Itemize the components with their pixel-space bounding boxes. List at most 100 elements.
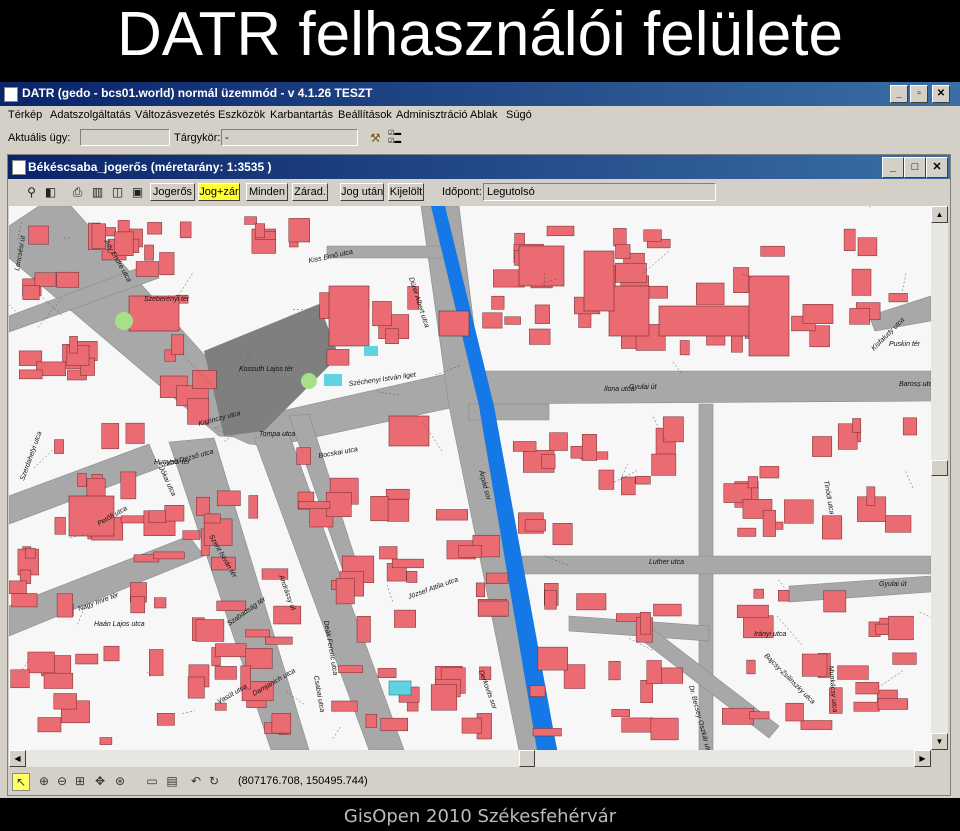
map-maximize-icon[interactable]: □ [904, 157, 926, 178]
park-area [301, 373, 317, 389]
zoom-out-icon[interactable]: ⊖ [54, 773, 70, 789]
building [125, 422, 145, 444]
camera-icon[interactable]: ▣ [130, 185, 145, 199]
refresh-icon[interactable]: ↻ [206, 773, 222, 789]
building [581, 434, 597, 461]
building [541, 454, 556, 469]
building [529, 328, 551, 345]
menu-ablak[interactable]: Ablak [470, 109, 498, 121]
building [482, 312, 503, 329]
zoom-extent-icon[interactable]: ⊞ [72, 773, 88, 789]
menu-beallitasok[interactable]: Beállítások [338, 109, 392, 121]
building [853, 701, 880, 712]
export-icon[interactable]: ▥ [90, 185, 105, 199]
photo-icon[interactable]: ◫ [110, 185, 125, 199]
menu-karbantartas[interactable]: Karbantartás [270, 109, 333, 121]
jog-zar-button[interactable]: Jog+zár [198, 183, 240, 201]
close-icon[interactable]: ✕ [932, 85, 950, 103]
building [296, 447, 311, 465]
building [611, 709, 630, 717]
building [477, 600, 509, 617]
menu-terkep[interactable]: Térkép [8, 109, 42, 121]
building [265, 636, 293, 645]
scroll-left-icon[interactable]: ◀ [9, 750, 26, 767]
scroll-down-icon[interactable]: ▼ [931, 733, 948, 750]
vertical-scrollbar[interactable]: ▲ ▼ [931, 206, 948, 750]
building [53, 693, 77, 710]
building [430, 684, 458, 711]
building [385, 488, 410, 500]
building [182, 530, 201, 540]
horizontal-scroll-thumb[interactable] [519, 750, 535, 767]
building [778, 590, 790, 602]
info-icon[interactable]: ▤ [164, 773, 180, 789]
building [103, 645, 120, 662]
current-case-field[interactable] [80, 129, 170, 146]
measure-icon[interactable]: ▭ [144, 773, 160, 789]
checklist-icon[interactable]: ☑▬ ☑▬ [388, 130, 408, 146]
building [647, 285, 668, 299]
menu-bar: Térkép Adatszolgáltatás Változásvezetés … [0, 106, 960, 126]
pan-icon[interactable]: ✥ [92, 773, 108, 789]
restore-icon[interactable]: ▫ [910, 85, 928, 103]
menu-valtozasvezetes[interactable]: Változásvezetés [135, 109, 215, 121]
map-svg: Szeberényi térKossuth Lajos térKiss Ernő… [9, 206, 931, 750]
building [56, 271, 80, 288]
vertical-scroll-thumb[interactable] [931, 460, 948, 476]
pointer-icon[interactable]: ↖ [12, 773, 30, 791]
scroll-up-icon[interactable]: ▲ [931, 206, 948, 223]
map-close-icon[interactable]: ✕ [926, 157, 948, 178]
map-canvas[interactable]: Szeberényi tér Kossuth Lajos tér Kiss Ernő… [9, 206, 931, 750]
jog-utan-button[interactable]: Jog után [340, 183, 384, 201]
building [248, 495, 259, 519]
menu-adminisztracio[interactable]: Adminisztráció [396, 109, 468, 121]
slide-footer: GisOpen 2010 Székesfehérvár [343, 806, 617, 827]
building [552, 523, 573, 546]
building [37, 717, 62, 733]
print-icon[interactable]: ⎙ [70, 185, 85, 199]
building [380, 717, 408, 732]
building [216, 600, 247, 611]
menu-adatszolgaltatas[interactable]: Adatszolgáltatás [50, 109, 131, 121]
building [722, 707, 755, 725]
minden-button[interactable]: Minden [246, 183, 288, 201]
map-window-title: Békéscsaba_jogerős (méretarány: 1:3535 ) [28, 160, 272, 174]
building [852, 418, 862, 433]
menu-eszkozok[interactable]: Eszközök [218, 109, 265, 121]
building [377, 668, 397, 678]
undo-icon[interactable]: ↶ [188, 773, 204, 789]
map-minimize-icon[interactable]: _ [882, 157, 904, 178]
building [662, 416, 684, 443]
building [759, 466, 780, 479]
menu-sugo[interactable]: Súgó [506, 109, 532, 121]
horizontal-scrollbar[interactable]: ◀ ▶ [9, 750, 931, 767]
layers-icon[interactable]: ◧ [43, 185, 58, 199]
building [153, 551, 185, 560]
kijelolt-button[interactable]: Kijelölt [388, 183, 424, 201]
building [546, 225, 575, 237]
building [214, 666, 237, 680]
building [192, 370, 217, 389]
street-label: Irányi utca [754, 631, 786, 638]
globe-icon[interactable]: ⊛ [112, 773, 128, 789]
zoom-search-icon[interactable]: ⚲ [24, 185, 39, 199]
subject-field[interactable]: - [221, 129, 358, 146]
minimize-icon[interactable]: _ [890, 85, 908, 103]
building [801, 653, 828, 677]
street-label: Luther utca [649, 559, 684, 566]
building [326, 349, 350, 366]
stamp-icon[interactable]: ⚒ [370, 130, 386, 146]
building [875, 623, 891, 635]
building [837, 665, 869, 680]
street-label: Ilona utca [604, 386, 634, 393]
building [679, 340, 690, 356]
building [120, 515, 146, 524]
slide-title: DATR felhasználói felülete [117, 0, 843, 69]
jogeros-button[interactable]: Jogerős [150, 183, 195, 201]
timepoint-field[interactable]: Legutolsó [483, 183, 716, 201]
zoom-in-icon[interactable]: ⊕ [36, 773, 52, 789]
building [144, 244, 154, 261]
zarad-button[interactable]: Zárad. [292, 183, 328, 201]
scroll-right-icon[interactable]: ▶ [914, 750, 931, 767]
building [164, 505, 185, 522]
